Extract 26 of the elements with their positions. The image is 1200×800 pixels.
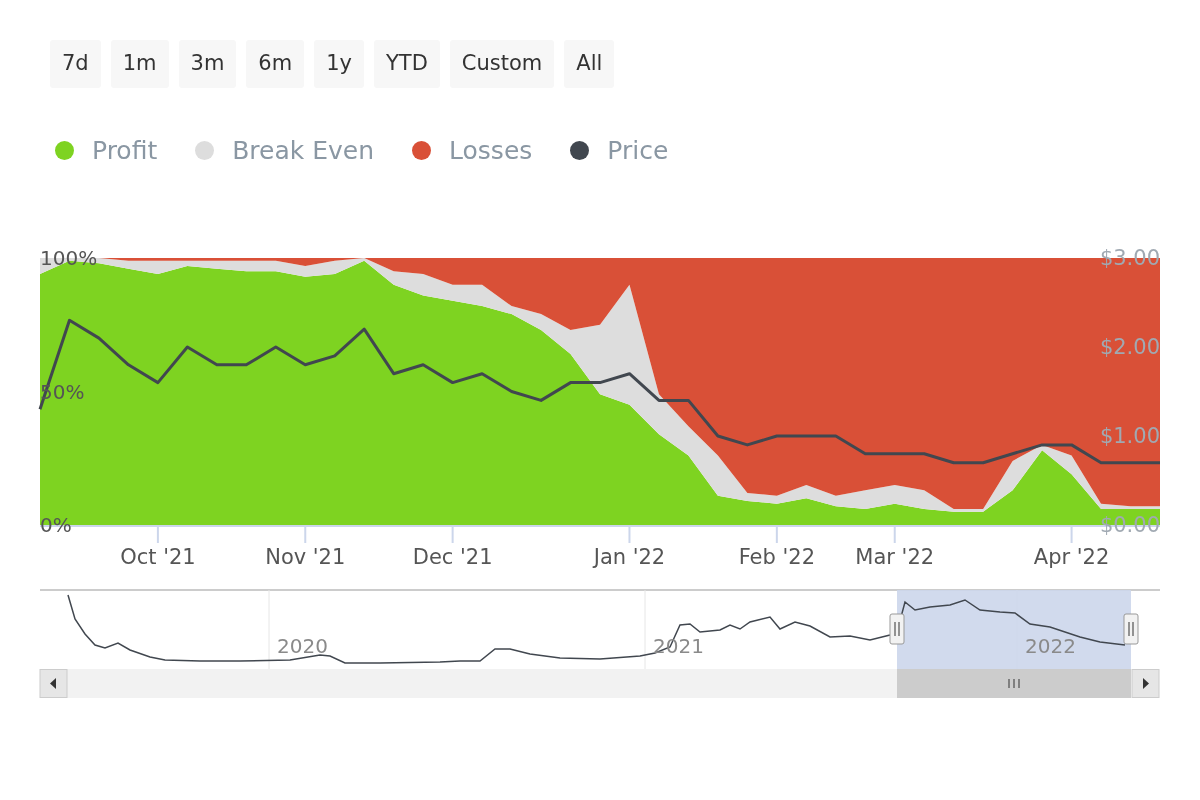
navigator-handle[interactable] <box>889 613 905 644</box>
x-axis-label: Oct '21 <box>120 544 196 569</box>
range-button[interactable]: All <box>564 40 615 88</box>
navigator-year-label: 2020 <box>277 633 328 658</box>
x-axis-label: Apr '22 <box>1033 544 1110 569</box>
navigator-year-label: 2022 <box>1025 633 1076 658</box>
x-axis-label: Mar '22 <box>855 544 935 569</box>
scroll-left-button[interactable] <box>39 668 68 698</box>
range-button[interactable]: YTD <box>374 40 440 88</box>
scroll-right-button[interactable] <box>1131 668 1160 698</box>
price-axis-label: $1.00 <box>1099 423 1160 448</box>
range-button[interactable]: 3m <box>178 40 237 88</box>
x-axis-label: Nov '21 <box>265 544 346 569</box>
range-button[interactable]: 6m <box>246 40 305 88</box>
range-button[interactable]: Custom <box>449 40 555 88</box>
x-axis-label: Feb '22 <box>738 544 815 569</box>
navigator-handle[interactable] <box>1123 613 1139 644</box>
x-axis-label: Jan '22 <box>593 544 666 569</box>
y-axis-label: 0% <box>40 512 72 537</box>
range-button[interactable]: 1m <box>110 40 169 88</box>
range-button[interactable]: 1y <box>314 40 364 88</box>
y-axis-label: 100% <box>40 245 98 270</box>
price-axis-label: $2.00 <box>1099 334 1160 359</box>
range-button[interactable]: 7d <box>50 40 101 88</box>
scrollbar-thumb[interactable] <box>897 668 1131 698</box>
x-axis-label: Dec '21 <box>412 544 493 569</box>
